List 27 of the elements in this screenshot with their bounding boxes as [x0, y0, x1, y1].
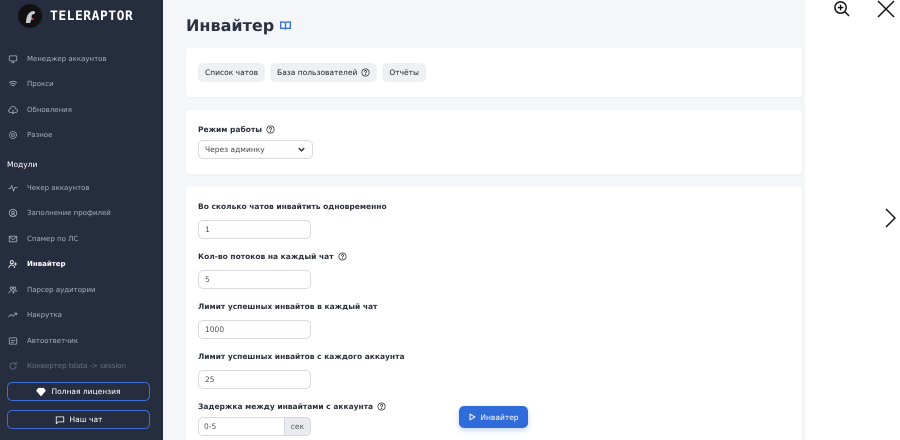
- envelope-icon: [8, 234, 18, 244]
- close-icon[interactable]: [877, 0, 895, 18]
- settings-icon: [8, 130, 18, 140]
- brand-name: TELERAPTOR: [50, 8, 134, 24]
- cloud-icon: [8, 104, 18, 115]
- trend-icon: [8, 310, 18, 320]
- help-icon[interactable]: [377, 402, 386, 411]
- page-title: Инвайтер: [186, 16, 274, 35]
- users-icon: [8, 284, 18, 295]
- help-icon[interactable]: [266, 125, 275, 134]
- caret-icon: [297, 145, 306, 154]
- user-circle-icon: [8, 208, 18, 218]
- monitor-icon: [8, 54, 18, 64]
- wifi-icon: [8, 79, 18, 90]
- pulse-icon: [8, 182, 18, 193]
- help-icon[interactable]: [338, 252, 347, 261]
- message-box-icon: [8, 336, 18, 346]
- zoom-in-icon[interactable]: [833, 0, 850, 17]
- refresh-icon: [8, 361, 18, 372]
- chat-icon: [54, 414, 65, 424]
- user-plus-icon: [8, 259, 18, 270]
- logo-icon: [18, 4, 42, 28]
- book-icon[interactable]: [280, 20, 292, 31]
- diamond-icon: [36, 386, 46, 396]
- help-icon[interactable]: [361, 68, 370, 77]
- chevron-right-icon[interactable]: [884, 208, 896, 228]
- play-icon: [468, 413, 476, 421]
